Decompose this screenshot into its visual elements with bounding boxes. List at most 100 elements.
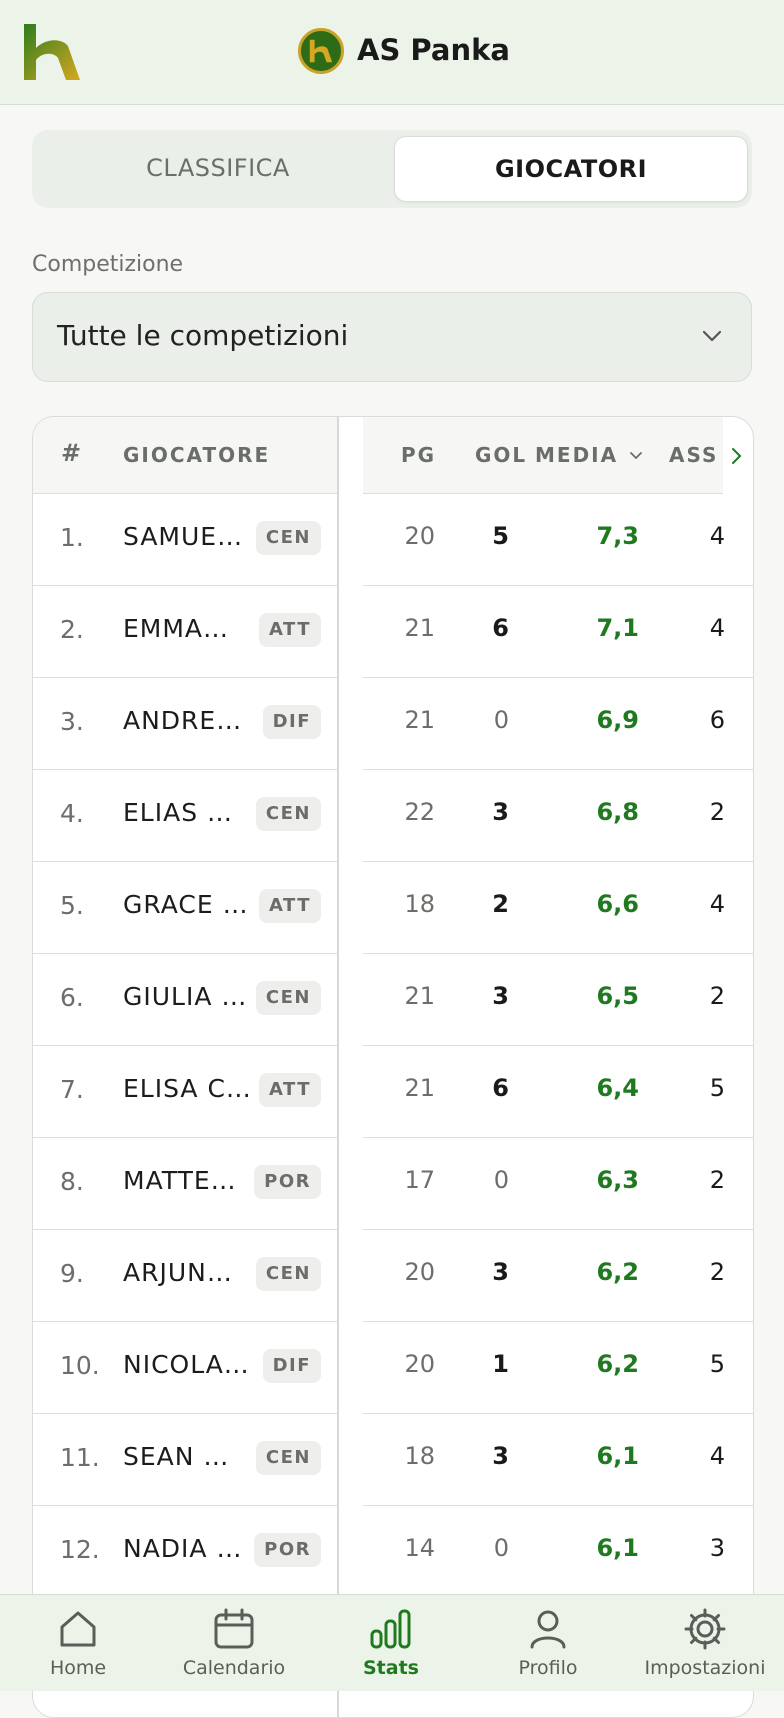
position-badge: CEN bbox=[255, 1257, 321, 1291]
player-name[interactable]: SEAN … bbox=[123, 1442, 229, 1471]
player-name[interactable]: GIULIA … bbox=[123, 982, 247, 1011]
player-rank: 12. bbox=[60, 1535, 100, 1564]
tab-giocatori[interactable]: GIOCATORI bbox=[394, 136, 748, 202]
player-rank: 1. bbox=[60, 523, 84, 552]
nav-calendario[interactable]: Calendario bbox=[159, 1607, 309, 1679]
stat-media: 7,3 bbox=[596, 522, 639, 550]
stat-ass: 2 bbox=[709, 798, 725, 826]
stat-media: 6,1 bbox=[596, 1534, 639, 1562]
nav-stats[interactable]: Stats bbox=[316, 1607, 466, 1679]
player-name[interactable]: GRACE … bbox=[123, 890, 249, 919]
table-row[interactable]: 9. ARJUN… CEN bbox=[33, 1229, 337, 1322]
table-row[interactable]: 12. NADIA … POR bbox=[33, 1505, 337, 1598]
stat-pg: 14 bbox=[404, 1534, 435, 1562]
tab-classifica[interactable]: CLASSIFICA bbox=[42, 136, 394, 200]
view-switcher: CLASSIFICA GIOCATORI bbox=[32, 130, 752, 208]
nav-home[interactable]: Home bbox=[3, 1607, 153, 1679]
competition-label: Competizione bbox=[32, 252, 184, 277]
stat-gol: 0 bbox=[493, 1166, 509, 1194]
player-rank: 4. bbox=[60, 799, 84, 828]
profile-icon bbox=[530, 1610, 566, 1649]
stat-gol: 5 bbox=[492, 522, 509, 550]
table-row[interactable]: 7. ELISA C… ATT bbox=[33, 1045, 337, 1138]
header-player[interactable]: GIOCATORE bbox=[123, 443, 270, 467]
stat-ass: 2 bbox=[709, 1258, 725, 1286]
nav-profilo[interactable]: Profilo bbox=[473, 1607, 623, 1679]
table-row-stats: 21 0 6,9 6 bbox=[363, 677, 753, 770]
stat-media: 6,1 bbox=[596, 1442, 639, 1470]
stat-media: 6,5 bbox=[596, 982, 639, 1010]
table-row[interactable]: 3. ANDRE… DIF bbox=[33, 677, 337, 770]
player-name[interactable]: ELISA C… bbox=[123, 1074, 252, 1103]
header-ass[interactable]: ASS bbox=[669, 443, 718, 467]
club-badge-mark bbox=[309, 39, 333, 63]
scroll-right-icon[interactable] bbox=[729, 447, 743, 465]
nav-stats-label: Stats bbox=[363, 1657, 419, 1679]
stat-ass: 2 bbox=[709, 1166, 725, 1194]
player-name[interactable]: MATTE… bbox=[123, 1166, 237, 1195]
table-row[interactable]: 5. GRACE … ATT bbox=[33, 861, 337, 954]
position-badge: CEN bbox=[255, 1441, 321, 1475]
table-row-stats: 21 6 6,4 5 bbox=[363, 1045, 753, 1138]
table-row-stats: 22 3 6,8 2 bbox=[363, 769, 753, 862]
nav-impostazioni[interactable]: Impostazioni bbox=[630, 1607, 780, 1679]
table-row[interactable]: 10. NICOLA… DIF bbox=[33, 1321, 337, 1414]
table-row-stats: 17 0 6,3 2 bbox=[363, 1137, 753, 1230]
stat-pg: 20 bbox=[404, 1258, 435, 1286]
home-icon bbox=[60, 1611, 96, 1647]
player-name[interactable]: SAMUE… bbox=[123, 522, 243, 551]
competition-select[interactable]: Tutte le competizioni bbox=[32, 292, 752, 382]
table-row-stats: 20 3 6,2 2 bbox=[363, 1229, 753, 1322]
table-row[interactable]: 11. SEAN … CEN bbox=[33, 1413, 337, 1506]
player-name[interactable]: ELIAS … bbox=[123, 798, 233, 827]
position-badge: ATT bbox=[258, 1073, 321, 1107]
stat-ass: 4 bbox=[709, 522, 725, 550]
table-row[interactable]: 2. EMMA… ATT bbox=[33, 585, 337, 678]
player-rank: 5. bbox=[60, 891, 84, 920]
stat-pg: 18 bbox=[404, 890, 435, 918]
calendar-icon bbox=[214, 1608, 254, 1649]
players-table: # GIOCATORE 1. SAMUE… CEN 2. EMMA… ATT 3. ANDRE… bbox=[32, 416, 754, 1718]
player-rank: 11. bbox=[60, 1443, 100, 1472]
stat-gol: 3 bbox=[492, 798, 509, 826]
position-badge: DIF bbox=[262, 705, 321, 739]
stat-pg: 21 bbox=[404, 982, 435, 1010]
stat-pg: 21 bbox=[404, 1074, 435, 1102]
club-name: AS Panka bbox=[357, 33, 510, 67]
header-media[interactable]: MEDIA bbox=[535, 443, 643, 467]
player-name[interactable]: NICOLA… bbox=[123, 1350, 250, 1379]
stat-ass: 2 bbox=[709, 982, 725, 1010]
table-header-left: # GIOCATORE bbox=[33, 417, 337, 494]
table-row-stats: 21 6 7,1 4 bbox=[363, 585, 753, 678]
table-row[interactable]: 4. ELIAS … CEN bbox=[33, 769, 337, 862]
stat-media: 6,9 bbox=[596, 706, 639, 734]
player-rank: 9. bbox=[60, 1259, 84, 1288]
header-pg[interactable]: PG bbox=[401, 443, 436, 467]
stat-media: 7,1 bbox=[596, 614, 639, 642]
stat-pg: 22 bbox=[404, 798, 435, 826]
position-badge: CEN bbox=[255, 981, 321, 1015]
stat-gol: 0 bbox=[493, 1534, 509, 1562]
table-row[interactable]: 8. MATTE… POR bbox=[33, 1137, 337, 1230]
settings-icon bbox=[684, 1608, 726, 1650]
player-name[interactable]: ANDRE… bbox=[123, 706, 242, 735]
player-name[interactable]: EMMA… bbox=[123, 614, 229, 643]
stat-gol: 2 bbox=[492, 890, 509, 918]
header-gol[interactable]: GOL bbox=[475, 443, 527, 467]
stat-media: 6,2 bbox=[596, 1350, 639, 1378]
nav-home-label: Home bbox=[49, 1657, 107, 1679]
player-name[interactable]: ARJUN… bbox=[123, 1258, 233, 1287]
competition-value: Tutte le competizioni bbox=[57, 319, 349, 352]
stat-gol: 3 bbox=[492, 1442, 509, 1470]
chevron-down-icon bbox=[702, 330, 722, 342]
stat-media: 6,3 bbox=[596, 1166, 639, 1194]
player-name[interactable]: NADIA … bbox=[123, 1534, 242, 1563]
player-rank: 7. bbox=[60, 1075, 84, 1104]
table-row[interactable]: 1. SAMUE… CEN bbox=[33, 493, 337, 586]
player-rank: 6. bbox=[60, 983, 84, 1012]
bottom-navigation: Home Calendario Stats Profilo Impostazio… bbox=[0, 1594, 784, 1691]
table-row[interactable]: 6. GIULIA … CEN bbox=[33, 953, 337, 1046]
table-row-stats: 20 5 7,3 4 bbox=[363, 493, 753, 586]
app-logo-icon[interactable] bbox=[22, 24, 82, 80]
table-fixed-column: # GIOCATORE 1. SAMUE… CEN 2. EMMA… ATT 3. ANDRE… bbox=[33, 417, 339, 1717]
